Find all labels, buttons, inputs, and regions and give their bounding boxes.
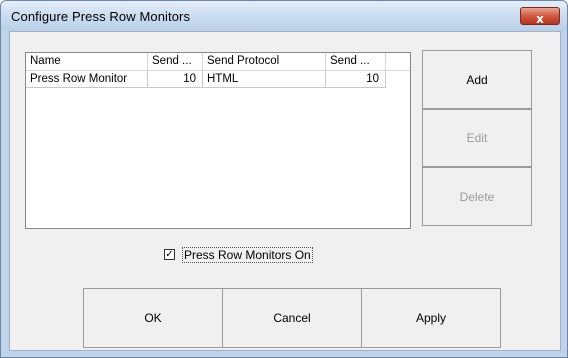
add-button[interactable]: Add	[422, 50, 532, 109]
checkbox-checked-icon[interactable]: ✓	[164, 249, 175, 260]
column-header-send-1[interactable]: Send ...	[148, 53, 203, 70]
column-header-send-protocol[interactable]: Send Protocol	[203, 53, 326, 70]
close-icon: x	[536, 12, 544, 26]
row-cell-send-1: 10	[148, 71, 203, 88]
apply-button[interactable]: Apply	[361, 288, 501, 348]
delete-button[interactable]: Delete	[422, 167, 532, 226]
close-button[interactable]: x	[520, 7, 560, 26]
monitor-list[interactable]: Name Send ... Send Protocol Send ... Pre…	[25, 52, 411, 229]
column-header-name[interactable]: Name	[26, 53, 148, 70]
row-cell-name: Press Row Monitor	[26, 71, 148, 88]
column-header-send-2[interactable]: Send ...	[326, 53, 386, 70]
window-title: Configure Press Row Monitors	[11, 9, 191, 24]
title-bar[interactable]: Configure Press Row Monitors x	[1, 1, 567, 31]
dialog-window: Configure Press Row Monitors x Name Send…	[0, 0, 568, 358]
edit-button[interactable]: Edit	[422, 109, 532, 167]
cancel-button[interactable]: Cancel	[222, 288, 362, 348]
ok-button[interactable]: OK	[83, 288, 223, 348]
table-row[interactable]: Press Row Monitor 10 HTML 10	[26, 71, 396, 88]
row-cell-send-2: 10	[326, 71, 386, 88]
row-cell-send-protocol: HTML	[203, 71, 326, 88]
checkbox-label[interactable]: Press Row Monitors On	[182, 247, 313, 263]
dialog-client-area: Name Send ... Send Protocol Send ... Pre…	[9, 31, 561, 351]
list-header: Name Send ... Send Protocol Send ...	[26, 53, 410, 71]
